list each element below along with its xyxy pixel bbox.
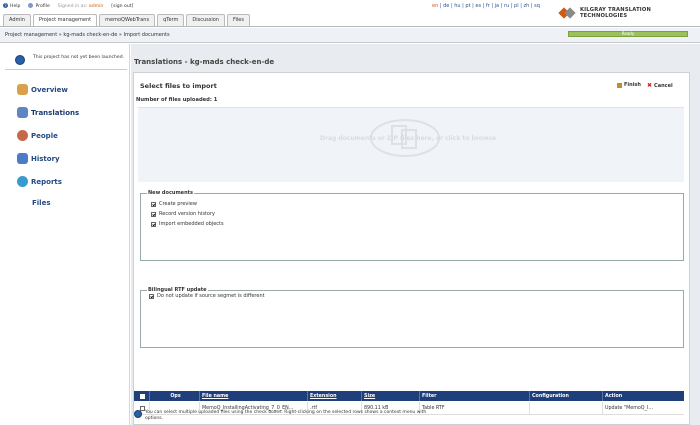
sidebar-item-reports[interactable]: Reports xyxy=(17,176,62,187)
sidebar: This project has not yet been launched. … xyxy=(0,44,130,425)
kilgray-logo: KILGRAY TRANSLATION TECHNOLOGIES xyxy=(558,6,700,20)
help-link[interactable]: ? Help xyxy=(3,3,20,9)
overview-icon xyxy=(17,84,28,95)
file-drop-zone[interactable]: Drag documents or ZIP files here, or cli… xyxy=(138,107,684,182)
finish-icon xyxy=(617,82,622,88)
page-title: Translations - kg-mads check-en-de xyxy=(134,58,275,66)
profile-link[interactable]: Profile xyxy=(28,3,50,9)
current-language[interactable]: en xyxy=(432,3,438,9)
row-configuration[interactable] xyxy=(530,402,603,414)
cancel-icon: ✖ xyxy=(647,82,653,89)
column-ops: Ops xyxy=(150,391,200,401)
tab-qterm[interactable]: qTerm xyxy=(157,14,185,26)
column-filter: Filter xyxy=(420,391,530,401)
status-bar: Ready xyxy=(568,31,688,37)
tab-files[interactable]: Files xyxy=(226,14,250,26)
username: admin xyxy=(88,3,104,9)
uploaded-count: Number of files uploaded: 1 xyxy=(136,97,218,103)
sidebar-item-people[interactable]: People xyxy=(17,130,58,141)
language-selector[interactable]: en | de | hu | pt | es | fr | ja | ru | … xyxy=(432,3,540,9)
bilingual-rtf-group: Bilingual RTF update Do not update if so… xyxy=(140,287,684,348)
column-size[interactable]: Size xyxy=(362,391,420,401)
launch-notice: This project has not yet been launched. xyxy=(5,54,127,70)
record-version-history-checkbox[interactable]: Record version history xyxy=(151,211,215,217)
top-bar: ? Help Profile Signed in as: admin [sign … xyxy=(0,0,700,27)
translations-icon xyxy=(17,107,28,118)
import-panel: Select files to import Finish ✖ Cancel Nu… xyxy=(133,72,690,425)
select-all-checkbox[interactable] xyxy=(134,391,150,401)
main-area: Translations - kg-mads check-en-de Selec… xyxy=(131,44,700,425)
logo-text: KILGRAY TRANSLATION TECHNOLOGIES xyxy=(579,7,652,19)
sidebar-item-overview[interactable]: Overview xyxy=(17,84,68,95)
info-icon xyxy=(134,410,142,418)
new-documents-legend: New documents xyxy=(147,190,194,196)
checkbox-checked-icon[interactable] xyxy=(151,201,156,207)
people-icon xyxy=(17,130,28,141)
row-action[interactable]: Update "MemoQ_I... xyxy=(603,402,684,414)
reports-icon xyxy=(17,176,28,187)
do-not-update-checkbox[interactable]: Do not update if source segmet is differ… xyxy=(149,293,265,299)
sign-out-link[interactable]: [sign out] xyxy=(111,4,133,9)
tab-project-management[interactable]: Project management xyxy=(32,14,98,26)
new-documents-group: New documents Create preview Record vers… xyxy=(140,190,684,261)
tab-memoq-webtrans[interactable]: memoQWebTrans xyxy=(99,14,156,26)
create-preview-checkbox[interactable]: Create preview xyxy=(151,201,197,207)
breadcrumb-bar: Project management » kg-mads check-en-de… xyxy=(0,28,700,43)
info-icon xyxy=(15,55,25,65)
column-extension[interactable]: Extension xyxy=(308,391,362,401)
user-icon xyxy=(28,3,34,8)
main-tabs: Admin Project management memoQWebTrans q… xyxy=(3,14,250,26)
sidebar-item-files[interactable]: Files xyxy=(32,199,51,207)
history-icon xyxy=(17,153,28,164)
help-icon: ? xyxy=(3,3,8,8)
breadcrumb[interactable]: Project management » kg-mads check-en-de… xyxy=(5,32,170,38)
finish-button[interactable]: Finish xyxy=(617,82,641,88)
table-header-row: Ops File name Extension Size Filter Conf… xyxy=(134,391,684,401)
sidebar-item-history[interactable]: History xyxy=(17,153,60,164)
checkbox-checked-icon[interactable] xyxy=(151,211,156,217)
utility-links: ? Help Profile Signed in as: admin [sign … xyxy=(3,3,133,9)
signed-in-label: Signed in as: admin xyxy=(57,3,104,9)
drop-zone-text: Drag documents or ZIP files here, or cli… xyxy=(320,135,497,142)
checkbox-checked-icon[interactable] xyxy=(151,221,156,227)
checkbox-checked-icon[interactable] xyxy=(149,293,154,299)
tab-discussion[interactable]: Discussion xyxy=(186,14,225,26)
launch-notice-text: This project has not yet been launched. xyxy=(33,55,125,60)
tab-admin[interactable]: Admin xyxy=(3,14,31,26)
table-hint: You can select multiple uploaded files u… xyxy=(134,410,434,421)
column-file-name[interactable]: File name xyxy=(200,391,308,401)
sidebar-item-translations[interactable]: Translations xyxy=(17,107,79,118)
panel-heading: Select files to import xyxy=(140,82,217,90)
column-action: Action xyxy=(605,393,623,399)
import-embedded-objects-checkbox[interactable]: Import embedded objects xyxy=(151,221,224,227)
other-languages[interactable]: | de | hu | pt | es | fr | ja | ru | pl … xyxy=(440,3,540,9)
column-configuration: Configuration xyxy=(530,391,603,401)
cancel-button[interactable]: ✖ Cancel xyxy=(647,82,673,89)
logo-mark-icon xyxy=(558,6,576,20)
row-filter[interactable]: Table RTF xyxy=(420,402,530,414)
